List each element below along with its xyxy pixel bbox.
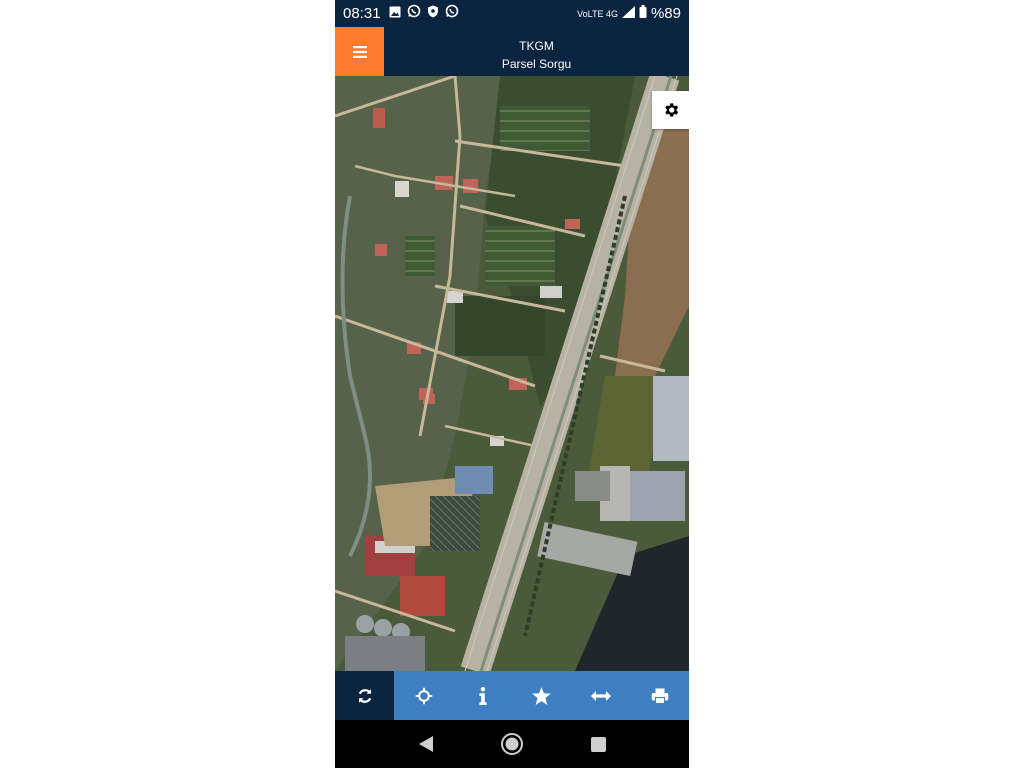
info-button[interactable] xyxy=(453,671,512,720)
star-icon xyxy=(532,686,551,705)
system-nav-bar xyxy=(335,720,689,768)
status-time: 08:31 xyxy=(343,5,381,22)
status-bar: 08:31 VoLTE 4G %89 xyxy=(335,0,689,27)
back-button[interactable] xyxy=(412,730,440,758)
gear-icon xyxy=(664,103,678,117)
network-label: VoLTE 4G xyxy=(577,8,618,19)
print-icon xyxy=(651,688,668,704)
whatsapp-icon xyxy=(407,4,421,23)
menu-button[interactable] xyxy=(335,27,384,76)
refresh-button[interactable] xyxy=(335,671,394,720)
hamburger-icon xyxy=(352,45,367,58)
app-subtitle: Parsel Sorgu xyxy=(501,57,572,71)
back-icon xyxy=(419,736,433,752)
measure-icon xyxy=(590,690,611,701)
print-button[interactable] xyxy=(630,671,689,720)
app-title: TKGM xyxy=(519,39,554,53)
phone-screen: 08:31 VoLTE 4G %89 TKGM Parsel Sorgu xyxy=(335,0,689,768)
home-button[interactable] xyxy=(498,730,526,758)
battery-icon xyxy=(639,4,647,23)
battery-level: %89 xyxy=(650,5,681,22)
app-header: TKGM Parsel Sorgu xyxy=(335,27,689,76)
map-toolbar xyxy=(335,671,689,720)
map-imagery xyxy=(335,76,689,671)
info-icon xyxy=(478,686,487,705)
home-icon xyxy=(501,733,523,755)
recents-button[interactable] xyxy=(584,730,612,758)
measure-button[interactable] xyxy=(571,671,630,720)
shield-icon xyxy=(427,5,439,23)
settings-button[interactable] xyxy=(652,91,689,129)
satellite-map[interactable] xyxy=(335,76,689,671)
locate-button[interactable] xyxy=(394,671,453,720)
favorites-button[interactable] xyxy=(512,671,571,720)
whatsapp-icon xyxy=(445,4,459,23)
crosshair-icon xyxy=(415,687,432,704)
recents-icon xyxy=(590,736,606,752)
signal-icon xyxy=(621,5,635,23)
refresh-icon xyxy=(358,688,371,703)
gallery-icon xyxy=(389,5,401,23)
